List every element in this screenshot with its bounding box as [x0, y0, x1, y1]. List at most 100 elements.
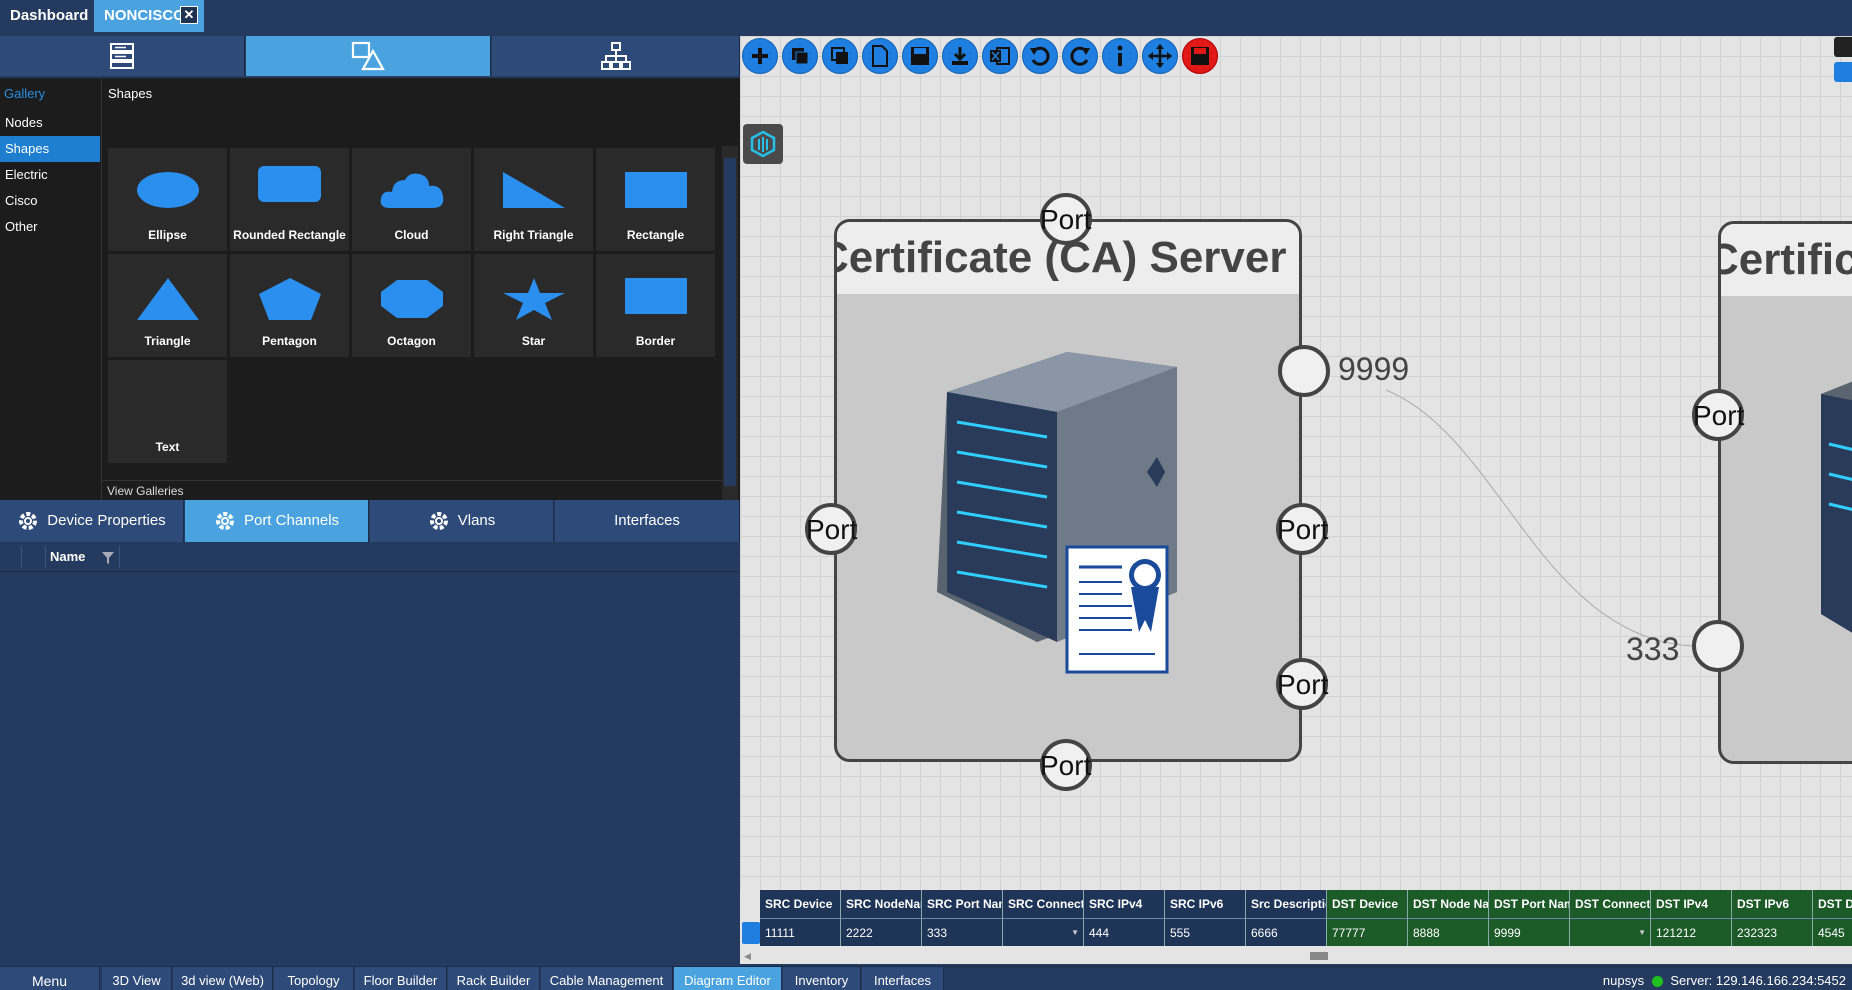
column-header[interactable]: SRC NodeName — [841, 890, 922, 918]
shape-tile-text[interactable]: Text — [108, 360, 227, 463]
shape-tile-rounded-rectangle[interactable]: Rounded Rectangle — [230, 148, 349, 251]
port-label: Port — [1277, 669, 1329, 700]
column-header[interactable]: SRC IPv6 — [1165, 890, 1246, 918]
save-red-button[interactable] — [1182, 38, 1218, 74]
column-header[interactable]: SRC Connection — [1003, 890, 1084, 918]
scroll-left-icon[interactable]: ◀ — [744, 951, 751, 962]
category-nodes[interactable]: Nodes — [0, 110, 100, 136]
category-electric[interactable]: Electric — [0, 162, 100, 188]
table-cell[interactable]: 333 — [922, 918, 1003, 946]
redo-button[interactable] — [1062, 38, 1098, 74]
table-cell[interactable]: 77777 — [1327, 918, 1408, 946]
new-document-button[interactable] — [862, 38, 898, 74]
gallery-scrollbar[interactable] — [722, 146, 738, 500]
device-node-ca-server[interactable]: Certificate (CA) Server — [834, 219, 1302, 762]
username: nupsys — [1602, 973, 1645, 988]
table-cell[interactable]: 121212 — [1651, 918, 1732, 946]
tab-interfaces-bottom[interactable]: Interfaces — [862, 967, 944, 990]
column-header[interactable]: SRC Device — [760, 890, 841, 918]
dst-connection-dropdown[interactable]: ▼ — [1570, 918, 1651, 946]
tab-noncisco[interactable]: NONCISCO ✕ — [94, 0, 204, 32]
tab-3d-view[interactable]: 3D View — [102, 967, 172, 990]
tab-3d-view-web[interactable]: 3d view (Web) — [173, 967, 273, 990]
cube-icon — [750, 130, 776, 158]
tab-shapes-gallery[interactable] — [246, 36, 491, 76]
table-cell[interactable]: 2222 — [841, 918, 922, 946]
diagram-canvas[interactable]: Certificate (CA) Server Port 9999 Port P… — [740, 36, 1852, 890]
tab-rack-builder[interactable]: Rack Builder — [448, 967, 540, 990]
table-cell[interactable]: 555 — [1165, 918, 1246, 946]
column-header[interactable]: DST Connection — [1570, 890, 1651, 918]
table-cell[interactable]: 444 — [1084, 918, 1165, 946]
shape-tile-pentagon[interactable]: Pentagon — [230, 254, 349, 357]
tab-nodes-gallery[interactable] — [0, 36, 245, 76]
shape-tile-octagon[interactable]: Octagon — [352, 254, 471, 357]
tab-topology-gallery[interactable] — [492, 36, 740, 76]
tab-topology[interactable]: Topology — [274, 967, 354, 990]
tab-device-properties[interactable]: Device Properties — [0, 500, 184, 542]
filter-icon[interactable] — [102, 552, 114, 564]
table-cell[interactable]: 11111 — [760, 918, 841, 946]
src-connection-dropdown[interactable]: ▼ — [1003, 918, 1084, 946]
shape-tile-triangle[interactable]: Triangle — [108, 254, 227, 357]
close-icon[interactable]: ✕ — [180, 6, 198, 24]
overview-button[interactable] — [743, 124, 783, 164]
download-button[interactable] — [942, 38, 978, 74]
export-excel-button[interactable] — [982, 38, 1018, 74]
tab-cable-management[interactable]: Cable Management — [541, 967, 673, 990]
device-node-certificate[interactable]: Certificate — [1718, 221, 1852, 764]
chevron-down-icon[interactable] — [742, 922, 760, 944]
column-header[interactable]: DST Port Name — [1489, 890, 1570, 918]
panel-toggle-button[interactable] — [1834, 37, 1852, 57]
column-header[interactable]: DST Device — [1327, 890, 1408, 918]
tab-floor-builder[interactable]: Floor Builder — [355, 967, 447, 990]
port-number: 333 — [1626, 631, 1680, 667]
shape-tile-right-triangle[interactable]: Right Triangle — [474, 148, 593, 251]
duplicate-button[interactable] — [822, 38, 858, 74]
column-header[interactable]: SRC Port Name — [922, 890, 1003, 918]
shape-tile-cloud[interactable]: Cloud — [352, 148, 471, 251]
category-cisco[interactable]: Cisco — [0, 188, 100, 214]
tab-vlans[interactable]: Vlans — [370, 500, 554, 542]
add-button[interactable] — [742, 38, 778, 74]
table-cell[interactable]: 6666 — [1246, 918, 1327, 946]
shape-tile-star[interactable]: Star — [474, 254, 593, 357]
ellipse-icon — [136, 172, 199, 208]
port-number: 9999 — [1338, 351, 1410, 387]
category-other[interactable]: Other — [0, 214, 100, 240]
save-button[interactable] — [902, 38, 938, 74]
column-header[interactable]: DST Description — [1813, 890, 1852, 918]
column-header[interactable]: SRC IPv4 — [1084, 890, 1165, 918]
column-header[interactable]: DST IPv6 — [1732, 890, 1813, 918]
table-cell[interactable]: 4545 — [1813, 918, 1852, 946]
table-cell[interactable]: 8888 — [1408, 918, 1489, 946]
scrollbar-thumb[interactable] — [1310, 952, 1328, 960]
undo-button[interactable] — [1022, 38, 1058, 74]
info-icon — [1117, 45, 1123, 66]
scrollbar-thumb[interactable] — [724, 158, 736, 486]
port-left-lower[interactable] — [1692, 620, 1744, 672]
table-cell[interactable]: 9999 — [1489, 918, 1570, 946]
copy-button[interactable] — [782, 38, 818, 74]
chevron-down-icon[interactable] — [1834, 62, 1852, 82]
info-button[interactable] — [1102, 38, 1138, 74]
column-header[interactable]: DST IPv4 — [1651, 890, 1732, 918]
horizontal-scrollbar[interactable]: ◀ — [740, 948, 1852, 964]
tab-dashboard[interactable]: Dashboard — [0, 0, 92, 32]
column-header[interactable]: Src Description — [1246, 890, 1327, 918]
view-galleries-link[interactable]: View Galleries — [102, 480, 722, 500]
table-cell[interactable]: 232323 — [1732, 918, 1813, 946]
shape-tile-rectangle[interactable]: Rectangle — [596, 148, 715, 251]
tab-port-channels[interactable]: Port Channels — [185, 500, 369, 542]
shape-tile-ellipse[interactable]: Ellipse — [108, 148, 227, 251]
column-header[interactable]: DST Node Name — [1408, 890, 1489, 918]
tab-interfaces[interactable]: Interfaces — [555, 500, 740, 542]
shape-tile-border[interactable]: Border — [596, 254, 715, 357]
dropdown-arrow-icon: ▼ — [1071, 928, 1079, 937]
tab-diagram-editor[interactable]: Diagram Editor — [674, 967, 782, 990]
tab-inventory[interactable]: Inventory — [783, 967, 861, 990]
category-shapes[interactable]: Shapes — [0, 136, 100, 162]
move-button[interactable] — [1142, 38, 1178, 74]
menu-button[interactable]: Menu — [0, 967, 100, 990]
port-right-upper[interactable] — [1278, 345, 1330, 397]
